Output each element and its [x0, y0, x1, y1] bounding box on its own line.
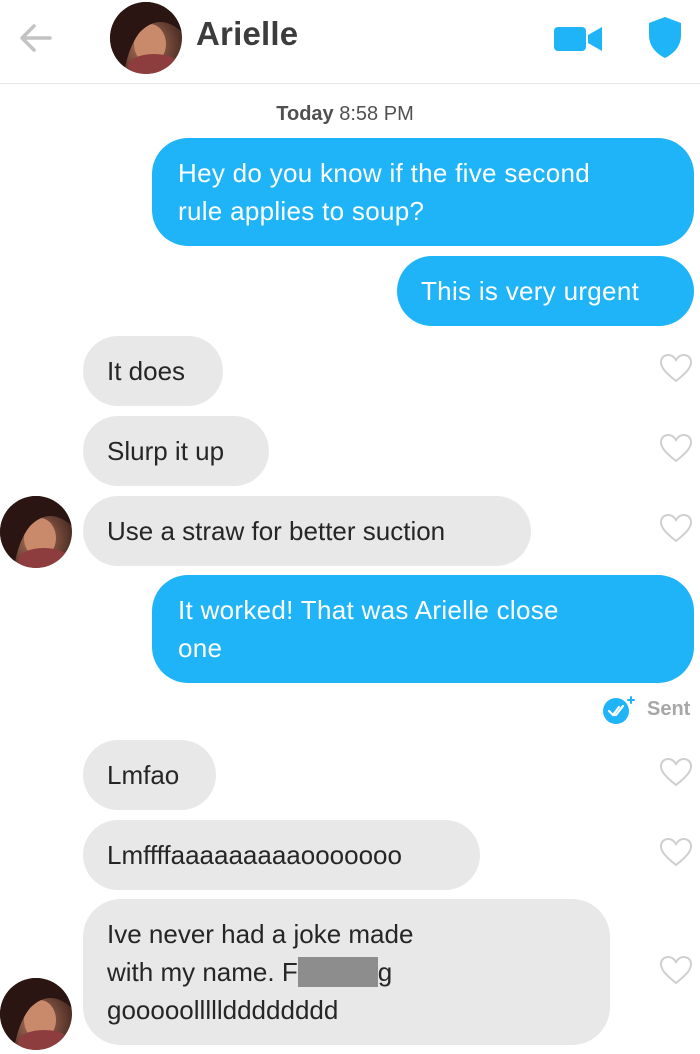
timestamp-day: Today — [276, 103, 334, 125]
message-line: It does — [107, 356, 186, 386]
heart-icon[interactable] — [658, 756, 694, 788]
message-line: one — [178, 633, 223, 663]
heart-icon[interactable] — [658, 836, 694, 868]
heart-icon[interactable] — [658, 512, 694, 544]
shield-icon[interactable] — [646, 14, 684, 60]
message-line: Use a straw for better suction — [107, 516, 446, 546]
outgoing-message[interactable]: Hey do you know if the five second rule … — [152, 138, 694, 246]
read-receipt-icon — [601, 695, 637, 725]
message-line: This is very urgent — [421, 276, 640, 306]
message-timestamp: Today 8:58 PM — [0, 103, 690, 126]
message-line: Slurp it up — [107, 436, 225, 466]
back-arrow-icon[interactable] — [14, 22, 54, 54]
message-line-censored: with my name. F g — [107, 953, 584, 991]
message-line: It worked! That was Arielle close — [178, 595, 559, 625]
incoming-message[interactable]: Slurp it up — [83, 416, 269, 486]
message-line: Lmfao — [107, 760, 180, 790]
heart-icon[interactable] — [658, 432, 694, 464]
message-fragment: with my name. F — [107, 957, 298, 987]
message-line: gooooollllldddddddd — [107, 995, 339, 1025]
incoming-message[interactable]: Ive never had a joke made with my name. … — [83, 899, 610, 1045]
message-fragment: g — [377, 957, 393, 987]
timestamp-time: 8:58 PM — [339, 103, 414, 125]
heart-icon[interactable] — [658, 352, 694, 384]
incoming-message[interactable]: Lmffffaaaaaaaaaooooooo — [83, 820, 480, 890]
chat-header: Arielle — [0, 0, 700, 84]
incoming-message[interactable]: It does — [83, 336, 223, 406]
censor-block — [297, 957, 378, 987]
sent-label: Sent — [647, 698, 691, 720]
incoming-message[interactable]: Use a straw for better suction — [83, 496, 531, 566]
incoming-message[interactable]: Lmfao — [83, 740, 216, 810]
outgoing-message[interactable]: This is very urgent — [397, 256, 694, 326]
avatar[interactable] — [0, 496, 72, 568]
outgoing-message[interactable]: It worked! That was Arielle close one — [152, 575, 694, 683]
avatar[interactable] — [0, 978, 72, 1050]
message-line: Hey do you know if the five second — [178, 158, 590, 188]
avatar[interactable] — [110, 2, 182, 74]
video-call-icon[interactable] — [552, 22, 604, 56]
message-line: rule applies to soup? — [178, 196, 425, 226]
message-line: Ive never had a joke made — [107, 919, 414, 949]
message-line: Lmffffaaaaaaaaaooooooo — [107, 840, 402, 870]
heart-icon[interactable] — [658, 954, 694, 986]
chat-title[interactable]: Arielle — [196, 15, 298, 53]
